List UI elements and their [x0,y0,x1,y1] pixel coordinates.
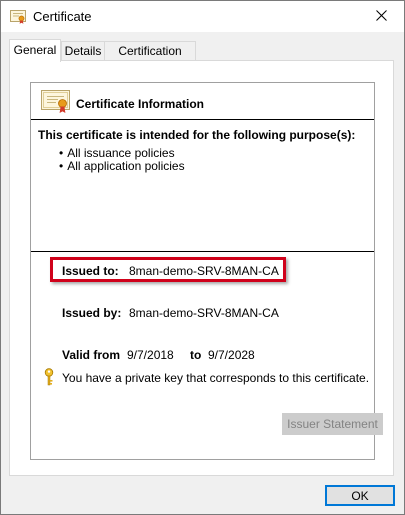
ok-button[interactable]: OK [325,485,395,506]
issued-to-value: 8man-demo-SRV-8MAN-CA [129,264,279,278]
purpose-heading: This certificate is intended for the fol… [38,128,356,142]
tab-certification-path[interactable]: Certification Path [104,41,196,77]
issued-to-label: Issued to: [62,264,119,278]
window-title: Certificate [33,9,92,24]
valid-from-value: 9/7/2018 [127,348,174,362]
divider [31,251,374,252]
private-key-note: You have a private key that corresponds … [62,371,370,385]
list-item: All application policies [59,160,184,173]
issued-by-value: 8man-demo-SRV-8MAN-CA [129,306,279,320]
valid-to-label: to [190,348,202,362]
close-icon [375,9,387,24]
close-button[interactable] [358,1,404,32]
certificate-icon [10,10,26,24]
issuer-statement-button[interactable]: Issuer Statement [282,413,383,435]
issued-by-label: Issued by: [62,306,122,320]
tab-details[interactable]: Details [61,41,105,60]
certificate-info-title: Certificate Information [76,97,205,111]
divider [31,119,374,120]
certificate-icon [41,88,71,114]
valid-to-value: 9/7/2028 [208,348,255,362]
general-panel: Certificate Information This certificate… [9,60,394,476]
purpose-list: All issuance policies All application po… [59,147,184,173]
certificate-dialog: Certificate General Details Certificatio… [0,0,405,515]
certificate-info-box: Certificate Information This certificate… [30,82,375,460]
valid-from-label: Valid from [62,348,121,362]
key-icon [43,368,55,386]
title-bar: Certificate [1,1,404,32]
tab-general[interactable]: General [9,39,61,62]
